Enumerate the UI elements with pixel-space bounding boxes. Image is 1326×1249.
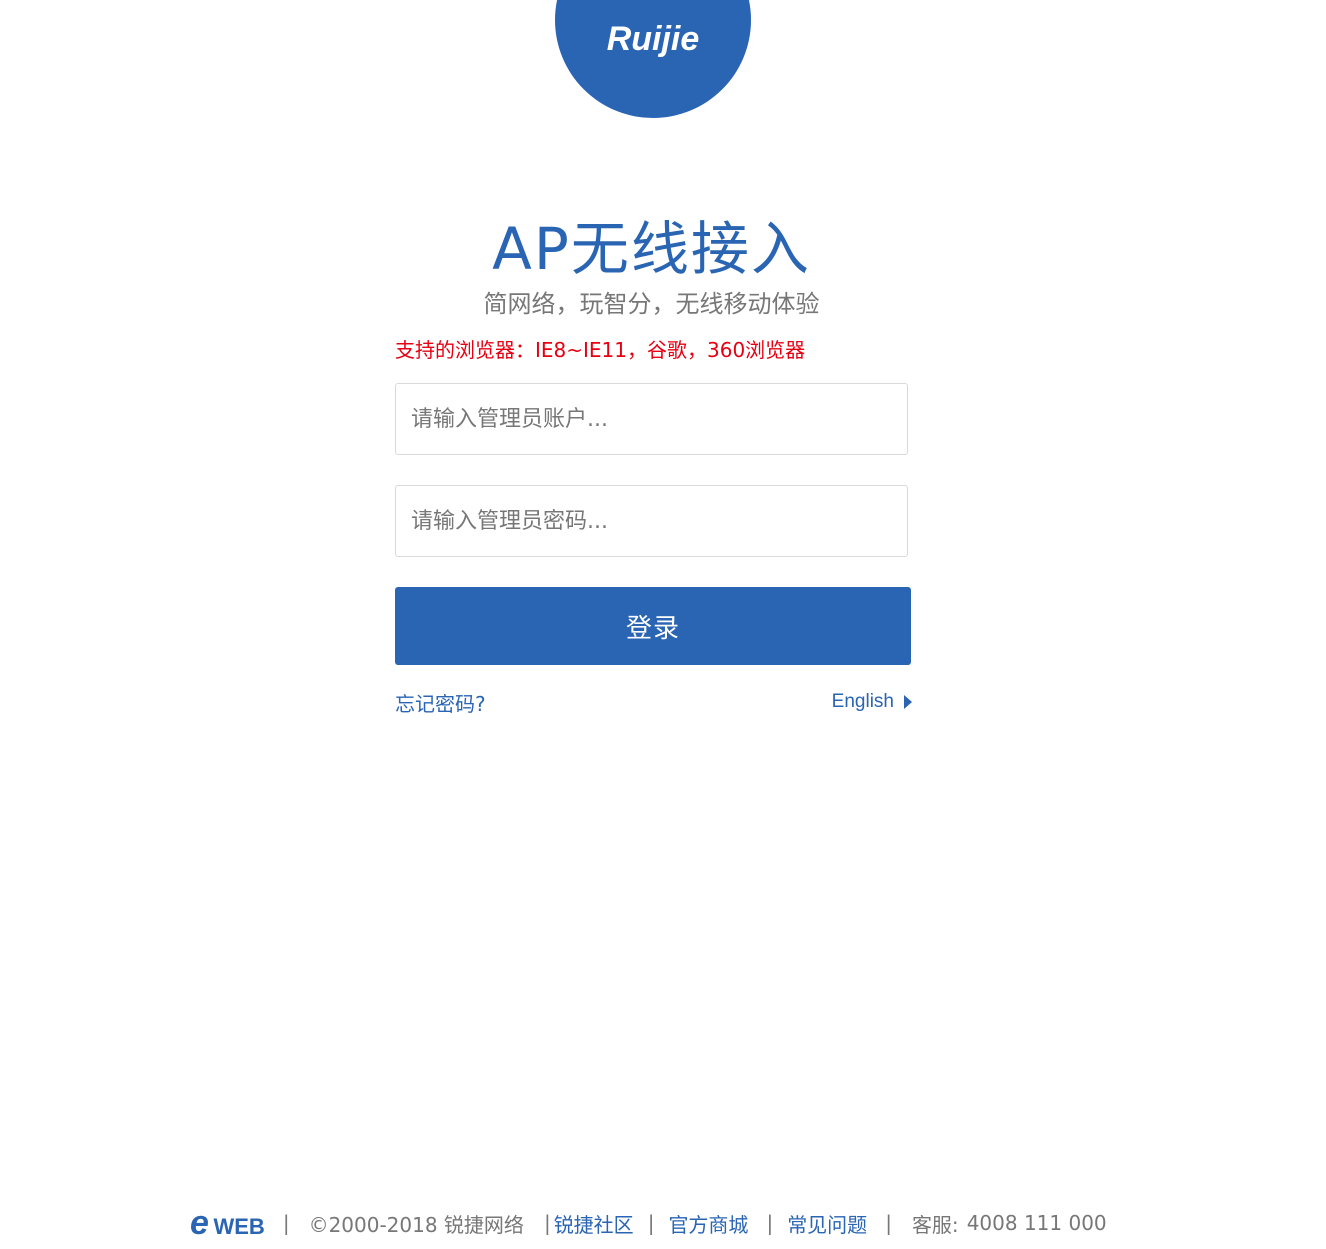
footer-link-faq[interactable]: 常见问题 — [787, 1209, 867, 1238]
eweb-logo-e: e — [190, 1204, 209, 1242]
footer-service-label: 客服: — [911, 1212, 959, 1237]
footer-link-community[interactable]: 锐捷社区 — [554, 1209, 634, 1238]
footer-service-phone: 4008 111 000 — [966, 1211, 1107, 1235]
footer-separator: | — [885, 1211, 892, 1235]
eweb-logo: e WEB — [190, 1206, 265, 1240]
eweb-logo-web: WEB — [213, 1214, 265, 1239]
password-field[interactable] — [395, 485, 908, 557]
language-switch-link[interactable]: English — [832, 690, 912, 714]
footer-separator: | — [282, 1211, 290, 1235]
username-input[interactable] — [396, 384, 907, 454]
footer: e WEB | ©2000-2018 锐捷网络 | 锐捷社区 | 官方商城 | … — [190, 1206, 1107, 1240]
footer-link-store[interactable]: 官方商城 — [668, 1209, 748, 1238]
logo-text: Ruijie — [606, 20, 700, 58]
browser-support-notice: 支持的浏览器：IE8~IE11，谷歌，360浏览器 — [395, 338, 806, 362]
footer-separator: | — [647, 1211, 655, 1235]
language-label: English — [831, 691, 894, 712]
footer-separator: | — [543, 1211, 551, 1235]
username-field[interactable] — [395, 383, 908, 455]
page-subtitle: 简网络，玩智分，无线移动体验 — [483, 290, 820, 318]
ruijie-logo: Ruijie — [555, 0, 751, 118]
login-page: Ruijie AP无线接入 简网络，玩智分，无线移动体验 支持的浏览器：IE8~… — [0, 0, 1326, 1249]
login-button[interactable]: 登录 — [395, 587, 911, 665]
page-title: AP无线接入 — [492, 215, 811, 283]
password-input[interactable] — [396, 486, 907, 556]
caret-right-icon — [904, 695, 912, 709]
forgot-password-link[interactable]: 忘记密码? — [395, 691, 486, 717]
footer-separator: | — [766, 1211, 774, 1235]
footer-copyright: ©2000-2018 锐捷网络 — [308, 1212, 524, 1237]
